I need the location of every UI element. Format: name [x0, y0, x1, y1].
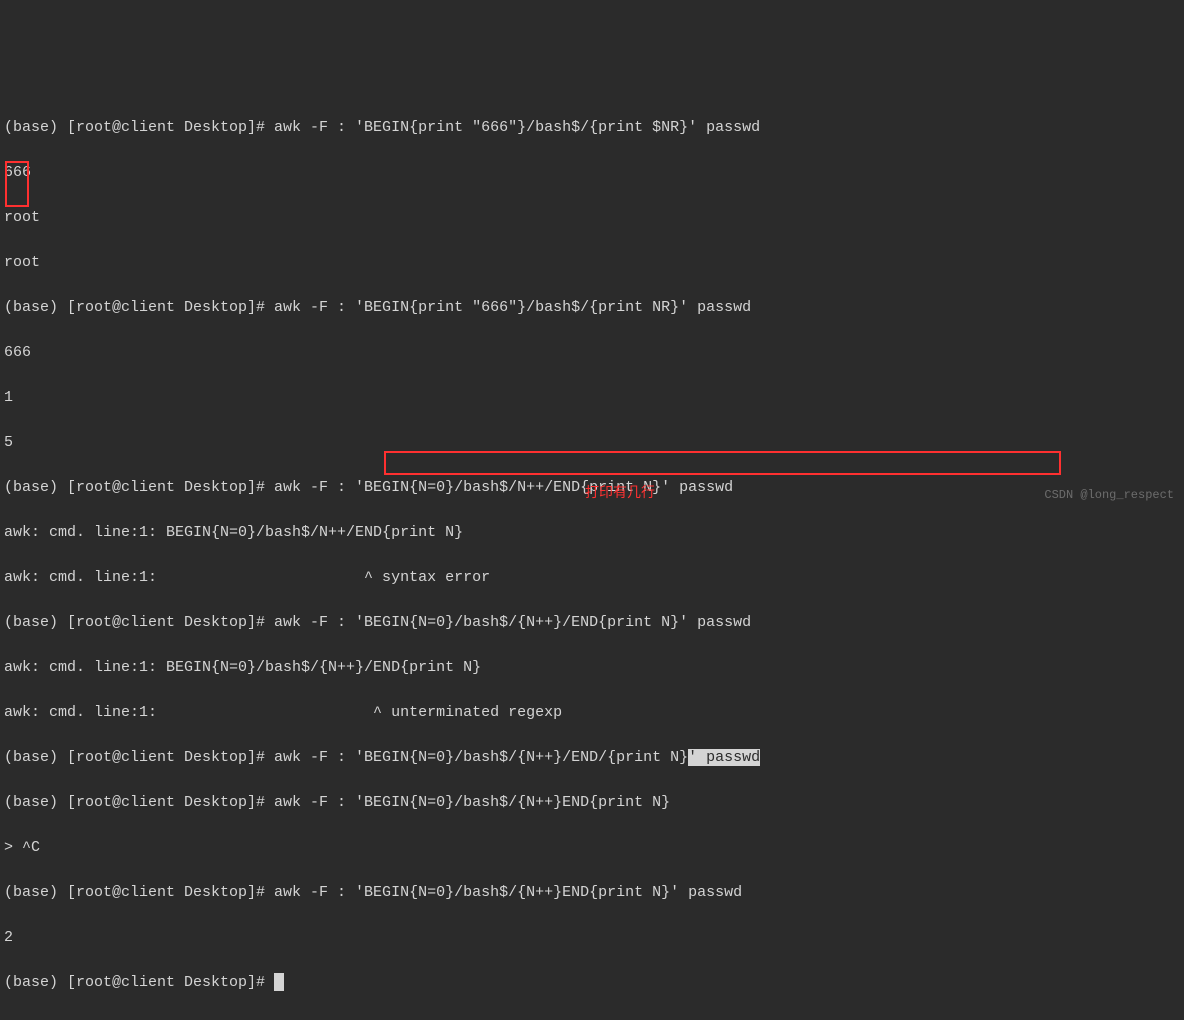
terminal-line: (base) [root@client Desktop]# awk -F : '… — [4, 297, 1180, 320]
terminal-output: 5 — [4, 432, 1180, 455]
terminal-output: 666 — [4, 162, 1180, 185]
terminal-output: 1 — [4, 387, 1180, 410]
terminal-output: 2 — [4, 927, 1180, 950]
terminal-output: > ^C — [4, 837, 1180, 860]
cursor — [274, 973, 284, 991]
terminal-error: awk: cmd. line:1: ^ syntax error — [4, 567, 1180, 590]
terminal-line: (base) [root@client Desktop]# awk -F : '… — [4, 117, 1180, 140]
terminal-output: 666 — [4, 342, 1180, 365]
terminal-line: (base) [root@client Desktop]# awk -F : '… — [4, 747, 1180, 770]
terminal-error: awk: cmd. line:1: ^ unterminated regexp — [4, 702, 1180, 725]
terminal-area[interactable]: (base) [root@client Desktop]# awk -F : '… — [4, 94, 1180, 1017]
terminal-prompt: (base) [root@client Desktop]# — [4, 972, 1180, 995]
selection-highlight: ' passwd — [688, 749, 760, 766]
terminal-error: awk: cmd. line:1: BEGIN{N=0}/bash$/{N++}… — [4, 657, 1180, 680]
terminal-error: awk: cmd. line:1: BEGIN{N=0}/bash$/N++/E… — [4, 522, 1180, 545]
terminal-line: (base) [root@client Desktop]# awk -F : '… — [4, 882, 1180, 905]
terminal-line: (base) [root@client Desktop]# awk -F : '… — [4, 792, 1180, 815]
watermark: CSDN @long_respect — [1044, 486, 1174, 504]
terminal-line: (base) [root@client Desktop]# awk -F : '… — [4, 612, 1180, 635]
terminal-output: root — [4, 252, 1180, 275]
terminal-output: root — [4, 207, 1180, 230]
annotation-text: 打印有几行 — [585, 484, 655, 505]
